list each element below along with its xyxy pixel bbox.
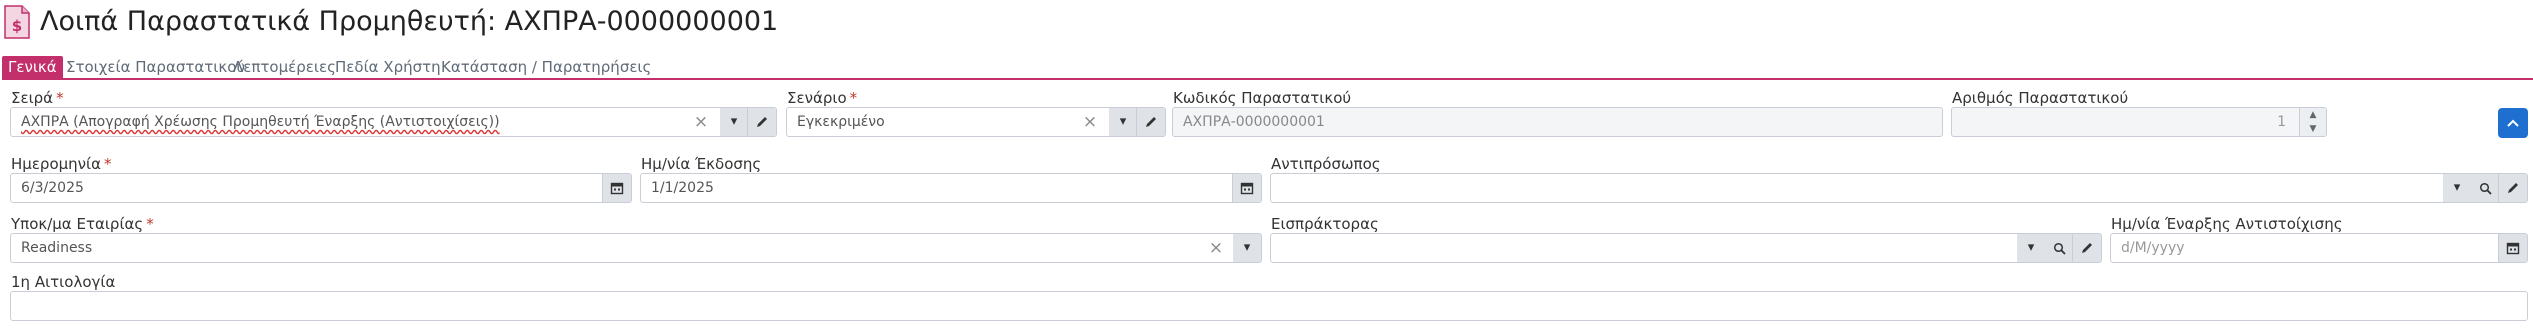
doc-number-value: 1	[2277, 114, 2286, 130]
scenario-clear-icon[interactable]: ×	[1081, 108, 1099, 136]
doc-number-field: 1 ▲ ▼	[1951, 107, 2327, 137]
representative-edit-icon[interactable]	[2498, 174, 2527, 202]
matching-start-date-calendar-icon[interactable]	[2498, 234, 2527, 262]
doc-number-spinner[interactable]: ▲ ▼	[2299, 108, 2326, 136]
company-branch-select[interactable]: Readiness × ▾	[10, 233, 1262, 263]
chevron-up-icon	[2507, 119, 2519, 127]
doc-code-field: ΑΧΠΡΑ-0000000001	[1172, 107, 1943, 137]
spin-down-icon[interactable]: ▼	[2300, 122, 2326, 136]
date-value: 6/3/2025	[21, 180, 84, 196]
representative-search-icon[interactable]	[2471, 174, 2499, 202]
tab-details[interactable]: Λεπτομέρειες	[233, 56, 336, 78]
series-label: Σειρά *	[11, 89, 64, 107]
date-input[interactable]: 6/3/2025	[10, 173, 632, 203]
issue-date-calendar-icon[interactable]	[1232, 174, 1261, 202]
doc-code-value: ΑΧΠΡΑ-0000000001	[1183, 114, 1325, 130]
tab-status-notes[interactable]: Κατάσταση / Παρατηρήσεις	[441, 56, 651, 78]
company-branch-label: Υποκ/μα Εταιρίας *	[11, 215, 154, 233]
series-select[interactable]: ΑΧΠΡΑ (Απογραφή Χρέωσης Προμηθευτή Έναρξ…	[10, 107, 777, 137]
tab-document-details[interactable]: Στοιχεία Παραστατικού	[66, 56, 245, 78]
representative-select[interactable]: ▾	[1270, 173, 2528, 203]
tab-general[interactable]: Γενικά	[2, 56, 63, 78]
collector-search-icon[interactable]	[2045, 234, 2073, 262]
series-clear-icon[interactable]: ×	[692, 108, 710, 136]
collector-select[interactable]: ▾	[1270, 233, 2102, 263]
scenario-dropdown-icon[interactable]: ▾	[1109, 108, 1137, 136]
page-title: Λοιπά Παραστατικά Προμηθευτή: ΑΧΠΡΑ-0000…	[40, 6, 779, 37]
collector-label: Εισπράκτορας	[1271, 215, 1379, 233]
scenario-edit-icon[interactable]	[1136, 108, 1165, 136]
reason1-input[interactable]	[10, 291, 2528, 321]
collapse-button[interactable]	[2498, 108, 2528, 138]
spin-up-icon[interactable]: ▲	[2300, 108, 2326, 122]
reason1-label: 1η Αιτιολογία	[11, 273, 116, 291]
scenario-value: Εγκεκριμένο	[797, 114, 885, 130]
date-calendar-icon[interactable]	[602, 174, 631, 202]
collector-dropdown-icon[interactable]: ▾	[2017, 234, 2045, 262]
matching-start-date-label: Ημ/νία Έναρξης Αντιστοίχισης	[2111, 215, 2343, 233]
representative-dropdown-icon[interactable]: ▾	[2443, 174, 2471, 202]
document-dollar-icon: $	[4, 5, 30, 39]
date-label: Ημερομηνία *	[11, 155, 112, 173]
company-branch-value: Readiness	[21, 240, 93, 256]
series-edit-icon[interactable]	[747, 108, 776, 136]
company-branch-dropdown-icon[interactable]: ▾	[1233, 234, 1261, 262]
svg-text:$: $	[12, 17, 22, 35]
representative-label: Αντιπρόσωπος	[1271, 155, 1381, 173]
tab-user-fields[interactable]: Πεδία Χρήστη	[335, 56, 441, 78]
issue-date-value: 1/1/2025	[651, 180, 714, 196]
series-value: ΑΧΠΡΑ (Απογραφή Χρέωσης Προμηθευτή Έναρξ…	[21, 114, 500, 130]
doc-number-label: Αριθμός Παραστατικού	[1952, 89, 2129, 107]
series-dropdown-icon[interactable]: ▾	[720, 108, 748, 136]
issue-date-input[interactable]: 1/1/2025	[640, 173, 1262, 203]
scenario-select[interactable]: Εγκεκριμένο × ▾	[786, 107, 1166, 137]
matching-start-date-input[interactable]: d/M/yyyy	[2110, 233, 2528, 263]
collector-edit-icon[interactable]	[2072, 234, 2101, 262]
doc-code-label: Κωδικός Παραστατικού	[1173, 89, 1352, 107]
company-branch-clear-icon[interactable]: ×	[1207, 234, 1225, 262]
scenario-label: Σενάριο *	[787, 89, 858, 107]
matching-start-date-placeholder: d/M/yyyy	[2121, 240, 2185, 256]
tab-underline	[2, 78, 2533, 80]
issue-date-label: Ημ/νία Έκδοσης	[641, 155, 762, 173]
